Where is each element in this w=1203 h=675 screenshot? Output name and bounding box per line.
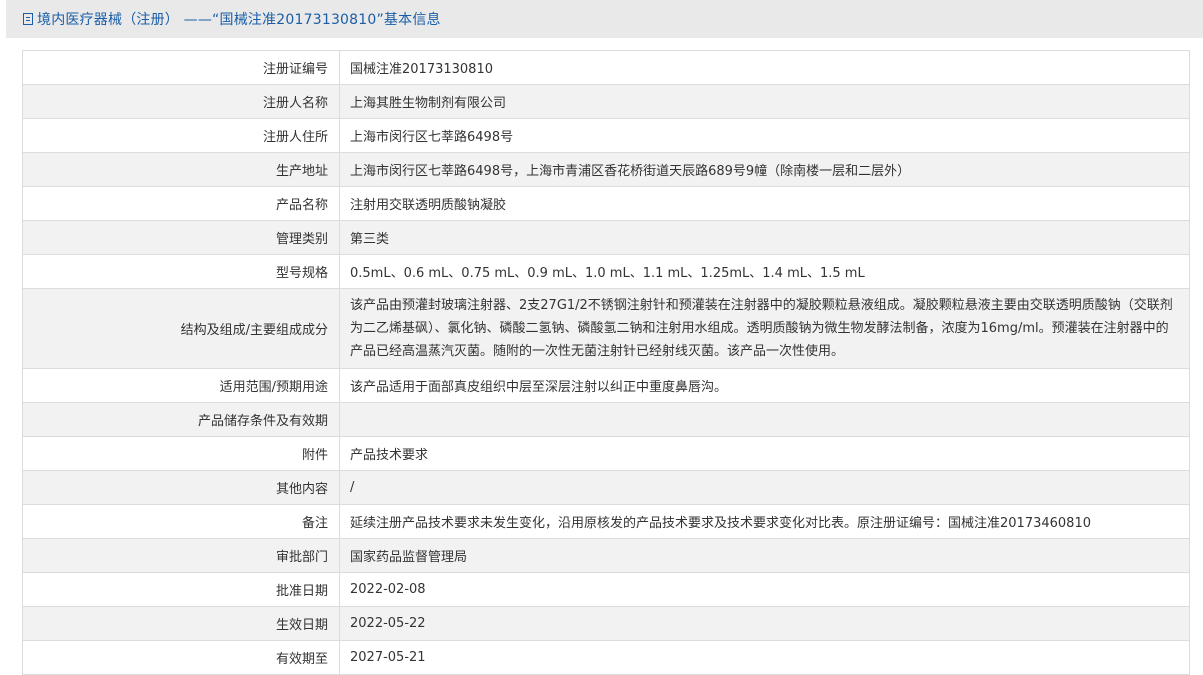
table-row: 其他内容 / bbox=[22, 470, 1190, 505]
table-row: 注册人名称 上海其胜生物制剂有限公司 bbox=[22, 84, 1190, 119]
table-row: 审批部门 国家药品监督管理局 bbox=[22, 538, 1190, 573]
row-value: / bbox=[339, 470, 1190, 505]
row-value: 上海其胜生物制剂有限公司 bbox=[339, 84, 1190, 119]
table-row: 管理类别 第三类 bbox=[22, 220, 1190, 255]
row-label: 产品名称 bbox=[22, 186, 340, 221]
row-label: 生效日期 bbox=[22, 606, 340, 641]
row-value bbox=[339, 402, 1190, 437]
row-label: 附件 bbox=[22, 436, 340, 471]
row-label: 结构及组成/主要组成成分 bbox=[22, 288, 340, 369]
page-header: 境内医疗器械（注册） ——“国械注准20173130810”基本信息 bbox=[6, 0, 1203, 38]
table-row: 注册证编号 国械注准20173130810 bbox=[22, 50, 1190, 85]
table-row: 产品名称 注射用交联透明质酸钠凝胶 bbox=[22, 186, 1190, 221]
table-row: 生效日期 2022-05-22 bbox=[22, 606, 1190, 641]
table-row: 适用范围/预期用途 该产品适用于面部真皮组织中层至深层注射以纠正中重度鼻唇沟。 bbox=[22, 368, 1190, 403]
row-label: 批准日期 bbox=[22, 572, 340, 607]
row-label: 生产地址 bbox=[22, 152, 340, 187]
document-icon bbox=[23, 13, 33, 25]
table-row: 批准日期 2022-02-08 bbox=[22, 572, 1190, 607]
row-value: 国家药品监督管理局 bbox=[339, 538, 1190, 573]
row-value: 该产品由预灌封玻璃注射器、2支27G1/2不锈钢注射针和预灌装在注射器中的凝胶颗… bbox=[339, 288, 1190, 369]
row-value: 2022-05-22 bbox=[339, 606, 1190, 641]
table-row: 有效期至 2027-05-21 bbox=[22, 640, 1190, 675]
row-label: 注册人名称 bbox=[22, 84, 340, 119]
row-label: 产品储存条件及有效期 bbox=[22, 402, 340, 437]
row-label: 管理类别 bbox=[22, 220, 340, 255]
row-value: 2027-05-21 bbox=[339, 640, 1190, 675]
table-row: 型号规格 0.5mL、0.6 mL、0.75 mL、0.9 mL、1.0 mL、… bbox=[22, 254, 1190, 289]
row-label: 注册证编号 bbox=[22, 50, 340, 85]
row-value: 国械注准20173130810 bbox=[339, 50, 1190, 85]
row-label: 有效期至 bbox=[22, 640, 340, 675]
row-value: 产品技术要求 bbox=[339, 436, 1190, 471]
row-value: 0.5mL、0.6 mL、0.75 mL、0.9 mL、1.0 mL、1.1 m… bbox=[339, 254, 1190, 289]
row-value: 该产品适用于面部真皮组织中层至深层注射以纠正中重度鼻唇沟。 bbox=[339, 368, 1190, 403]
row-label: 注册人住所 bbox=[22, 118, 340, 153]
table-row: 结构及组成/主要组成成分 该产品由预灌封玻璃注射器、2支27G1/2不锈钢注射针… bbox=[22, 288, 1190, 369]
row-label: 审批部门 bbox=[22, 538, 340, 573]
row-label: 型号规格 bbox=[22, 254, 340, 289]
row-value: 注射用交联透明质酸钠凝胶 bbox=[339, 186, 1190, 221]
table-row: 备注 延续注册产品技术要求未发生变化，沿用原核发的产品技术要求及技术要求变化对比… bbox=[22, 504, 1190, 539]
table-row: 产品储存条件及有效期 bbox=[22, 402, 1190, 437]
row-label: 其他内容 bbox=[22, 470, 340, 505]
row-value: 2022-02-08 bbox=[339, 572, 1190, 607]
row-label: 备注 bbox=[22, 504, 340, 539]
table-row: 生产地址 上海市闵行区七莘路6498号，上海市青浦区香花桥街道天辰路689号9幢… bbox=[22, 152, 1190, 187]
table-row: 附件 产品技术要求 bbox=[22, 436, 1190, 471]
info-table: 注册证编号 国械注准20173130810 注册人名称 上海其胜生物制剂有限公司… bbox=[22, 50, 1190, 675]
row-label: 适用范围/预期用途 bbox=[22, 368, 340, 403]
row-value: 上海市闵行区七莘路6498号，上海市青浦区香花桥街道天辰路689号9幢（除南楼一… bbox=[339, 152, 1190, 187]
row-value: 第三类 bbox=[339, 220, 1190, 255]
row-value: 上海市闵行区七莘路6498号 bbox=[339, 118, 1190, 153]
page-title: 境内医疗器械（注册） ——“国械注准20173130810”基本信息 bbox=[37, 12, 441, 28]
table-row: 注册人住所 上海市闵行区七莘路6498号 bbox=[22, 118, 1190, 153]
row-value: 延续注册产品技术要求未发生变化，沿用原核发的产品技术要求及技术要求变化对比表。原… bbox=[339, 504, 1190, 539]
